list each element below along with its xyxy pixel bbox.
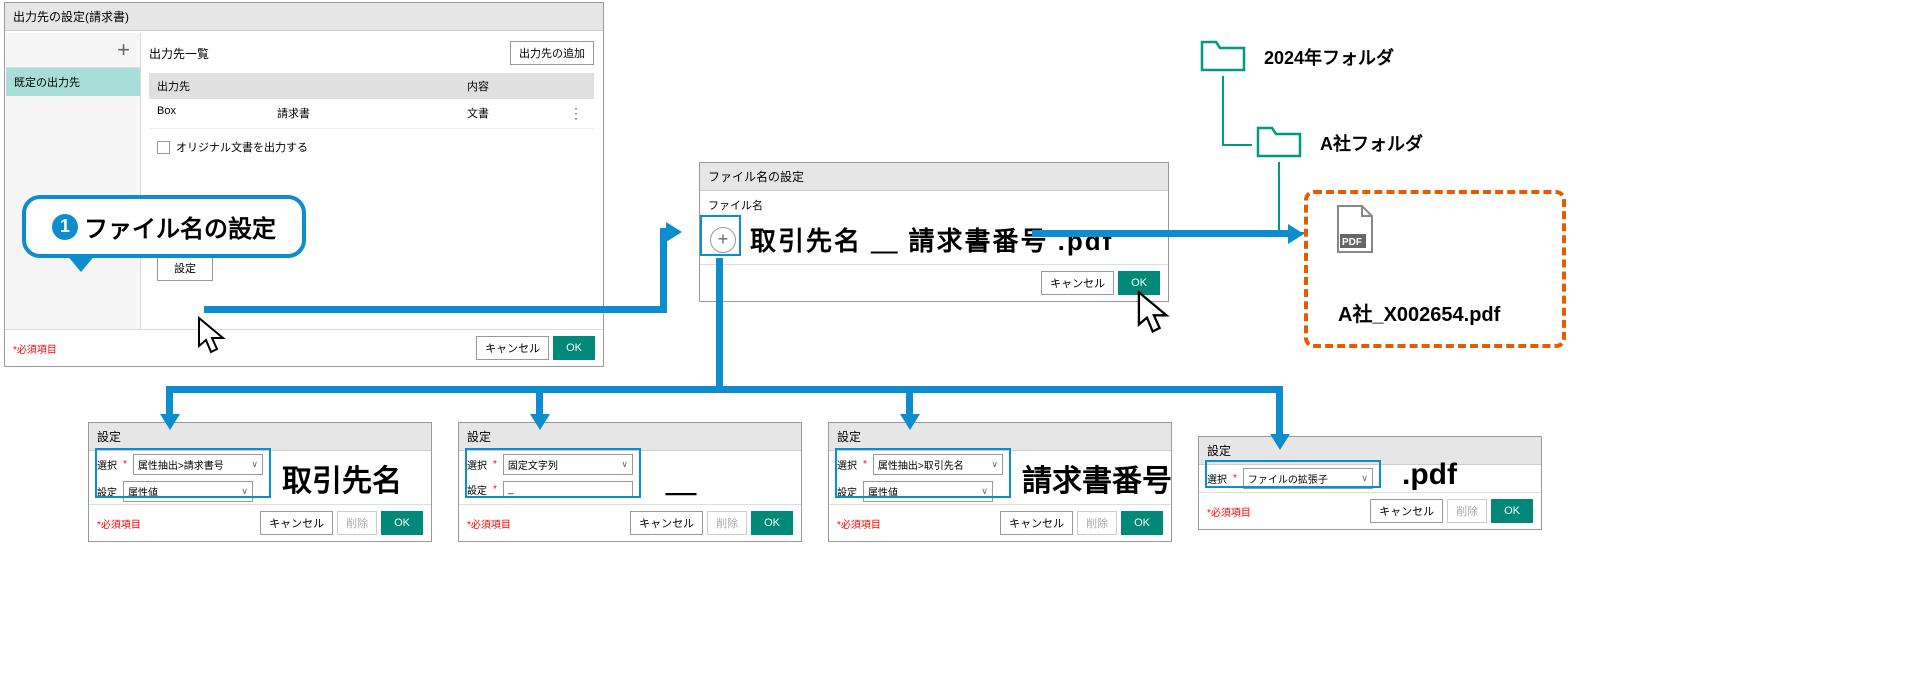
fixed-text-input[interactable] (503, 481, 633, 498)
cancel-button[interactable]: キャンセル (260, 511, 333, 535)
table-row[interactable]: Box 請求書 文書 ⋮ (149, 99, 594, 129)
cell-name: 請求書 (277, 105, 467, 122)
required-label: *必須項目 (13, 341, 57, 356)
filename-expression: 取引先名 ＿ 請求書番号 .pdf (750, 221, 1113, 258)
delete-button[interactable]: 削除 (1077, 511, 1117, 535)
select-dropdown[interactable]: 固定文字列∨ (503, 454, 633, 475)
col-destination: 出力先 (157, 78, 277, 94)
delete-button[interactable]: 削除 (1447, 499, 1487, 523)
panel-title: 設定 (1199, 437, 1541, 465)
list-title: 出力先一覧 (149, 45, 209, 62)
panel-footer: *必須項目 キャンセル OK (5, 329, 603, 366)
add-token-button[interactable]: + (710, 227, 736, 253)
settings-button[interactable]: 設定 (157, 255, 213, 281)
folder-label-2: A社フォルダ (1320, 130, 1423, 156)
token-label: 取引先名 (282, 456, 402, 500)
svg-text:PDF: PDF (1342, 237, 1362, 248)
cell-content: 文書 (467, 105, 566, 122)
ok-button[interactable]: OK (751, 511, 793, 535)
panel-title: 設定 (89, 423, 431, 451)
delete-button[interactable]: 削除 (707, 511, 747, 535)
more-icon[interactable]: ⋮ (566, 105, 586, 122)
token-panel-2: 設定 選択* 固定文字列∨ 設定* *必須項目 キャンセル 削除 OK (458, 422, 802, 542)
token-label: 請求書番号 (1022, 456, 1172, 500)
arrow-line (204, 306, 664, 313)
callout-filename-settings: 1 ファイル名の設定 (22, 195, 306, 258)
select-dropdown[interactable]: 属性抽出>取引先名∨ (873, 454, 1003, 475)
sidebar-item-default[interactable]: 既定の出力先 (6, 68, 140, 96)
folder-label-1: 2024年フォルダ (1264, 44, 1394, 70)
cancel-button[interactable]: キャンセル (476, 336, 549, 360)
pdf-file-icon: PDF (1334, 204, 1376, 256)
cursor-icon (1134, 290, 1176, 336)
token-panel-4: 設定 選択* ファイルの拡張子∨ *必須項目 キャンセル 削除 OK (1198, 436, 1542, 530)
output-original-checkbox[interactable] (157, 141, 170, 154)
arrow-line (1032, 230, 1290, 237)
table-header: 出力先 内容 (149, 73, 594, 99)
add-icon[interactable]: + (117, 37, 130, 63)
folder-icon (1200, 36, 1248, 74)
select-dropdown[interactable]: ファイルの拡張子∨ (1243, 468, 1373, 489)
panel-title: 設定 (829, 423, 1171, 451)
token-label: .pdf (1402, 458, 1457, 492)
cursor-icon (195, 316, 231, 356)
cancel-button[interactable]: キャンセル (630, 511, 703, 535)
panel-title: 設定 (459, 423, 801, 451)
sidebar: + 既定の出力先 (6, 33, 141, 336)
callout-text: ファイル名の設定 (84, 209, 276, 244)
setting-dropdown[interactable]: 属性値∨ (123, 481, 253, 502)
cancel-button[interactable]: キャンセル (1000, 511, 1073, 535)
ok-button[interactable]: OK (381, 511, 423, 535)
delete-button[interactable]: 削除 (337, 511, 377, 535)
arrow-line (166, 386, 1281, 393)
cell-dest: Box (157, 105, 277, 122)
arrow-line (716, 258, 723, 390)
cancel-button[interactable]: キャンセル (1370, 499, 1443, 523)
panel-title: 出力先の設定(請求書) (5, 3, 603, 31)
ok-button[interactable]: OK (1121, 511, 1163, 535)
col-content: 内容 (467, 78, 586, 94)
callout-number: 1 (52, 214, 78, 240)
checkbox-label: オリジナル文書を出力する (176, 139, 308, 155)
folder-icon (1256, 122, 1304, 160)
token-label: ＿ (666, 456, 696, 500)
cancel-button[interactable]: キャンセル (1041, 271, 1114, 295)
setting-dropdown[interactable]: 属性値∨ (863, 481, 993, 502)
ok-button[interactable]: OK (1491, 499, 1533, 523)
add-destination-button[interactable]: 出力先の追加 (510, 41, 594, 65)
ok-button[interactable]: OK (553, 336, 595, 360)
output-filename: A社_X002654.pdf (1338, 298, 1500, 327)
panel-title: ファイル名の設定 (700, 163, 1168, 191)
select-dropdown[interactable]: 属性抽出>請求書号∨ (133, 454, 263, 475)
section-label: ファイル名 (700, 191, 1168, 219)
